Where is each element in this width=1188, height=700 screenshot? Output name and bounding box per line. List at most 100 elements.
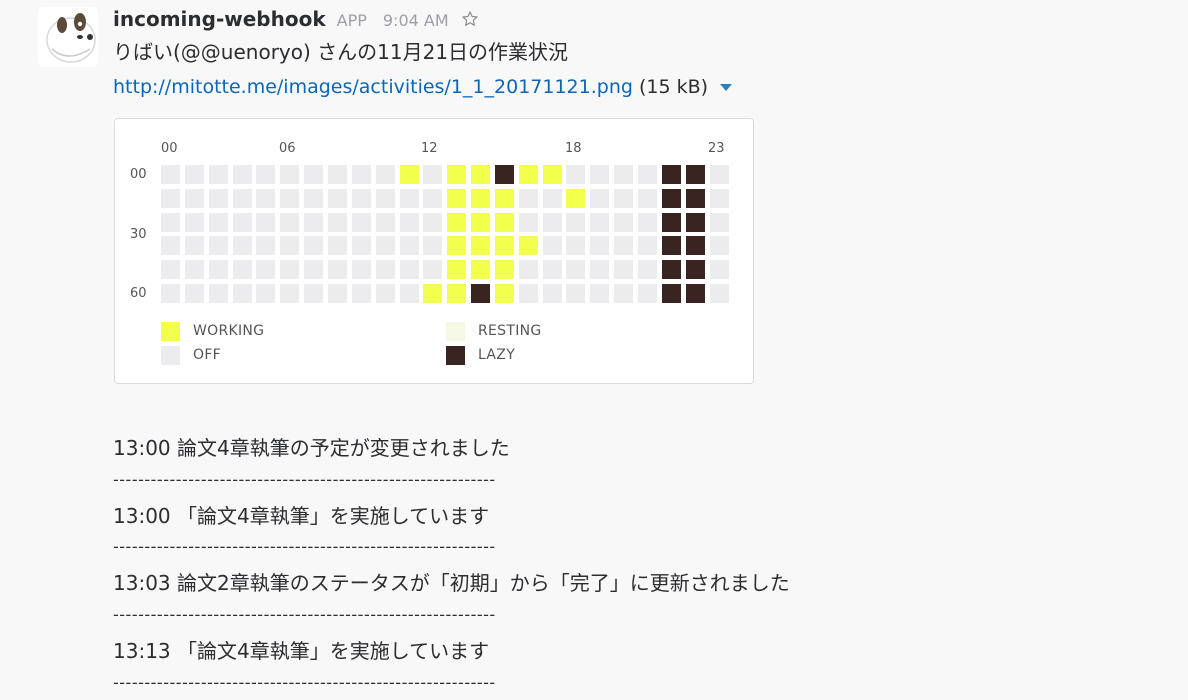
heatmap-cell [638,165,657,184]
heatmap-cell [518,236,538,256]
heatmap-cell [161,212,180,232]
heatmap-cell [614,212,634,232]
heatmap-cell [161,165,180,184]
heatmap-cell [256,188,276,208]
heatmap-cell [661,212,681,232]
hour-label-12: 12 [421,141,438,156]
heatmap-cell [685,284,705,303]
heatmap-cell [542,260,562,280]
heatmap-cell [184,284,204,303]
heatmap-cell [232,284,252,303]
file-size: (15 kB) [638,76,709,98]
heatmap-cell [280,236,300,256]
heatmap-cell [494,165,514,184]
heatmap-cell [661,165,681,184]
heatmap-cell [375,284,395,303]
legend-lazy-swatch [446,346,465,365]
heatmap-cell [280,284,300,303]
heatmap-cell [161,284,180,303]
heatmap-cell [208,212,228,232]
heatmap-cell [494,260,514,280]
heatmap-cell [638,260,657,280]
heatmap-cell [590,284,610,303]
heatmap-cell [590,188,610,208]
heatmap-cell [566,260,586,280]
heatmap-cell [614,284,634,303]
heatmap-cell [351,212,371,232]
message-header: incoming-webhook APP 9:04 AM [113,7,479,35]
heatmap-cell [232,212,252,232]
heatmap-cell [375,188,395,208]
attachment-link-row: http://mitotte.me/images/activities/1_1_… [113,73,733,101]
timestamp[interactable]: 9:04 AM [383,11,449,30]
heatmap-cell [709,236,729,256]
heatmap-cell [471,212,491,232]
heatmap-cell [447,236,467,256]
heatmap-cell [447,188,467,208]
heatmap-cell [471,260,491,280]
minute-label-00: 00 [130,167,147,182]
heatmap-cell [256,284,276,303]
heatmap-cell [327,165,347,184]
heatmap-cell [208,188,228,208]
heatmap-cell [685,188,705,208]
heatmap-cell [256,236,276,256]
heatmap-cell [399,212,419,232]
heatmap-cell [351,188,371,208]
heatmap-cell [518,284,538,303]
log-line: 13:00 論文4章執筆の予定が変更されました [113,436,510,460]
heatmap-cell [304,188,324,208]
heatmap-cell [208,236,228,256]
bot-avatar[interactable] [38,7,98,67]
heatmap-cell [638,236,657,256]
heatmap-cell [280,260,300,280]
heatmap-cell [375,260,395,280]
heatmap-cell [566,236,586,256]
minute-label-60: 60 [130,286,147,301]
heatmap-cell [399,236,419,256]
heatmap-cell [280,188,300,208]
heatmap-cell [423,212,443,232]
hour-label-06: 06 [279,141,296,156]
heatmap-cell [709,212,729,232]
heatmap-cell [542,165,562,184]
heatmap-cell [661,236,681,256]
heatmap-cell [614,236,634,256]
heatmap-cell [375,212,395,232]
heatmap-cell [304,212,324,232]
heatmap-cell [256,212,276,232]
heatmap-cell [661,284,681,303]
heatmap-cell [399,165,419,184]
heatmap-cell [685,165,705,184]
heatmap-cell [423,236,443,256]
heatmap-cell [518,260,538,280]
heatmap-cell [161,188,180,208]
heatmap-cell [471,284,491,303]
heatmap-cell [161,236,180,256]
heatmap-cell [447,284,467,303]
heatmap-cell [590,236,610,256]
log-line: 13:03 論文2章執筆のステータスが「初期」から「完了」に更新されました [113,571,790,595]
heatmap-cell [518,188,538,208]
heatmap-cell [304,236,324,256]
heatmap-cell [614,260,634,280]
heatmap-cell [566,165,586,184]
heatmap-cell [327,284,347,303]
heatmap-cell [494,188,514,208]
heatmap-cell [184,236,204,256]
heatmap-cell [304,284,324,303]
heatmap-cell [494,284,514,303]
sender-name[interactable]: incoming-webhook [113,7,326,31]
heatmap-cell [566,188,586,208]
heatmap-cell [256,260,276,280]
heatmap-cell [638,212,657,232]
star-icon[interactable] [461,10,479,28]
heatmap-cell [471,165,491,184]
heatmap-cell [447,165,467,184]
heatmap-cell [208,165,228,184]
expand-caret-icon[interactable] [720,84,733,91]
image-link[interactable]: http://mitotte.me/images/activities/1_1_… [113,76,633,98]
heatmap-cell [709,284,729,303]
activity-heatmap-image[interactable]: 00 06 12 18 23 00 30 60 WORKING OFF REST… [114,118,754,384]
heatmap-cell [161,260,180,280]
